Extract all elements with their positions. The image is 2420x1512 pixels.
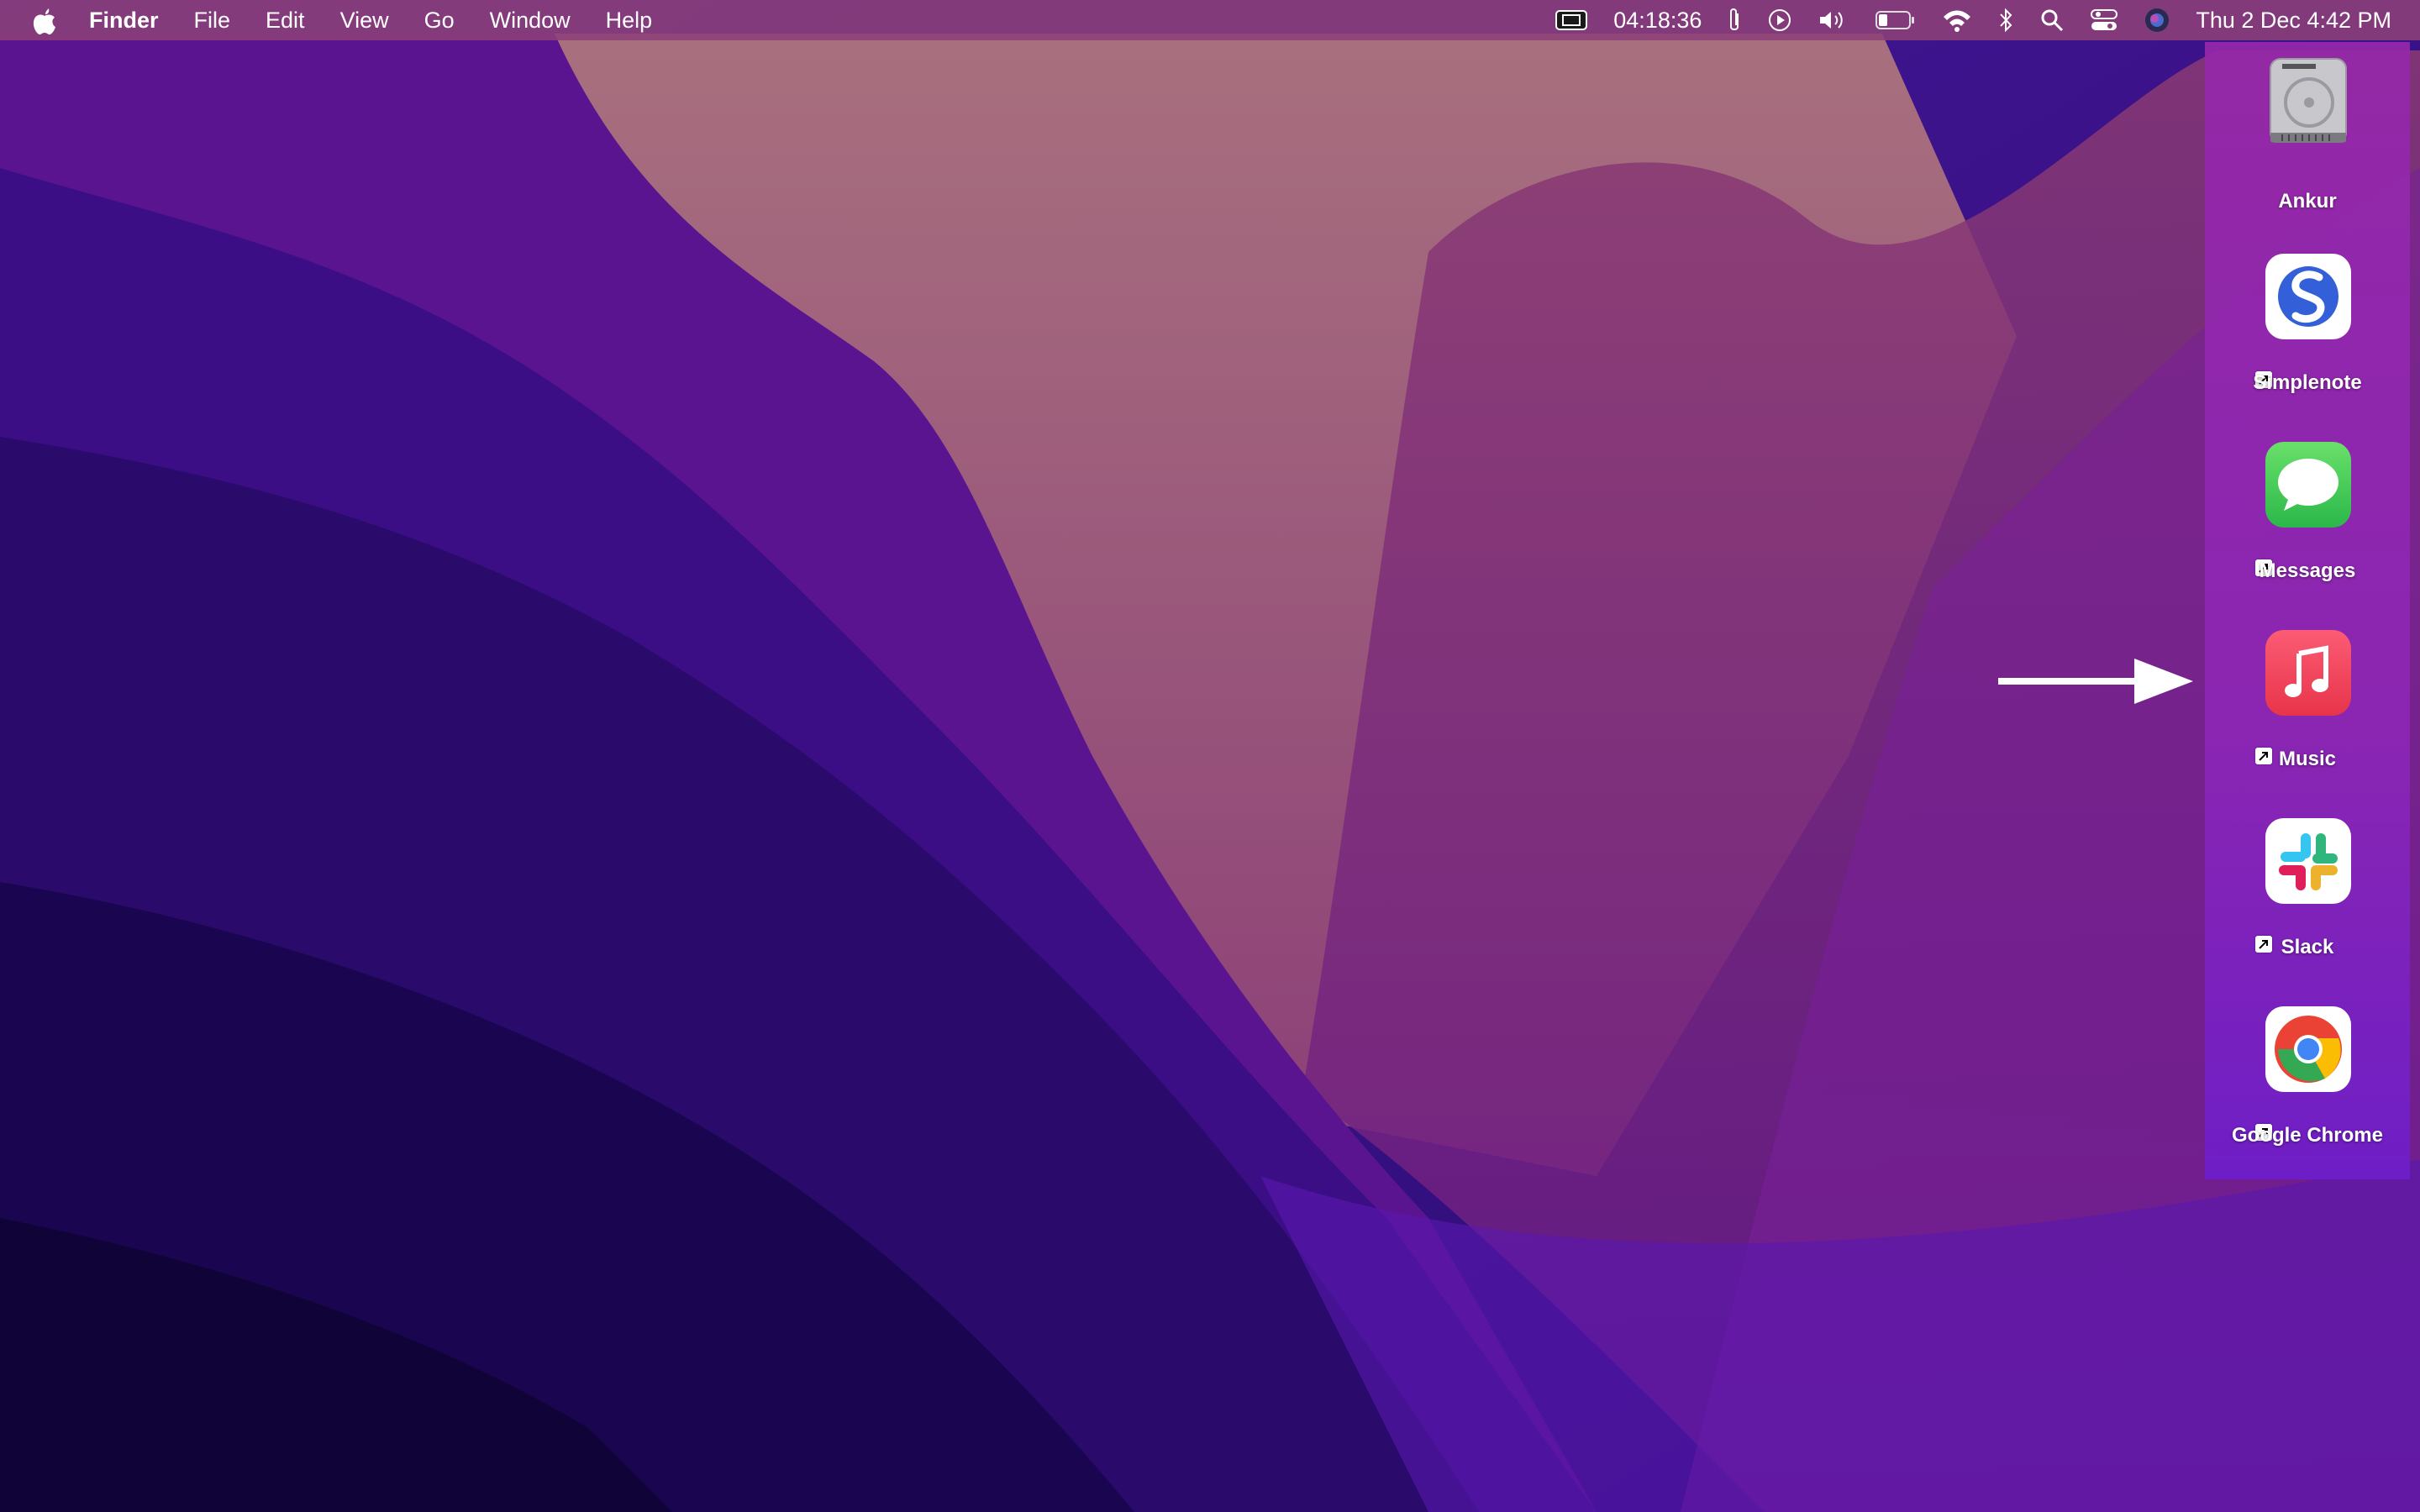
menu-file[interactable]: File (194, 8, 231, 34)
stack-item-label: Slack (2281, 936, 2334, 958)
stack-item-label: Simplenote (2253, 371, 2362, 394)
siri-icon[interactable] (2144, 7, 2170, 34)
messages-icon (2265, 442, 2351, 528)
apple-logo-icon[interactable] (32, 7, 57, 35)
paperclip-icon[interactable] (1727, 7, 1742, 34)
menu-window[interactable]: Window (490, 8, 571, 34)
play-icon[interactable] (1767, 8, 1792, 33)
slack-icon (2265, 818, 2351, 904)
menu-edit[interactable]: Edit (266, 8, 305, 34)
stack-item-label: Google Chrome (2231, 1124, 2383, 1147)
wifi-icon[interactable] (1942, 8, 1972, 32)
stack-item-google-chrome[interactable]: Google Chrome (2205, 1006, 2410, 1183)
menu-help[interactable]: Help (606, 8, 653, 34)
display-mirror-icon[interactable] (1555, 8, 1588, 32)
menu-view[interactable]: View (340, 8, 389, 34)
menu-bar: Finder File Edit View Go Window Help 04:… (0, 0, 2420, 40)
menubar-clock[interactable]: Thu 2 Dec 4:42 PM (2196, 8, 2391, 34)
stack-item-ankur[interactable]: Ankur (2205, 57, 2410, 234)
menu-finder[interactable]: Finder (89, 8, 159, 34)
stack-item-label: Music (2278, 748, 2336, 770)
volume-icon[interactable] (1818, 8, 1849, 33)
search-icon[interactable] (2039, 8, 2065, 33)
stack-item-label: Ankur (2278, 190, 2337, 213)
stack-item-slack[interactable]: Slack (2205, 818, 2410, 995)
bluetooth-icon[interactable] (1997, 7, 2014, 34)
control-center-icon[interactable] (2090, 8, 2118, 33)
simplenote-icon (2265, 254, 2351, 339)
timer-readout[interactable]: 04:18:36 (1613, 8, 1702, 34)
menu-go[interactable]: Go (424, 8, 455, 34)
chrome-icon (2265, 1006, 2351, 1092)
hard-drive-icon (2265, 57, 2351, 143)
stack-item-simplenote[interactable]: Simplenote (2205, 254, 2410, 430)
desktop-wallpaper (0, 0, 2420, 1512)
stack-item-label: Messages (2259, 559, 2356, 582)
desktop-stacks-panel: Ankur Simplenote Messages Music Slack Go… (2205, 42, 2410, 1179)
music-icon (2265, 630, 2351, 716)
stack-item-music[interactable]: Music (2205, 630, 2410, 806)
stack-item-messages[interactable]: Messages (2205, 442, 2410, 618)
arrow-right-icon (1998, 659, 2193, 704)
battery-icon[interactable] (1875, 9, 1917, 31)
